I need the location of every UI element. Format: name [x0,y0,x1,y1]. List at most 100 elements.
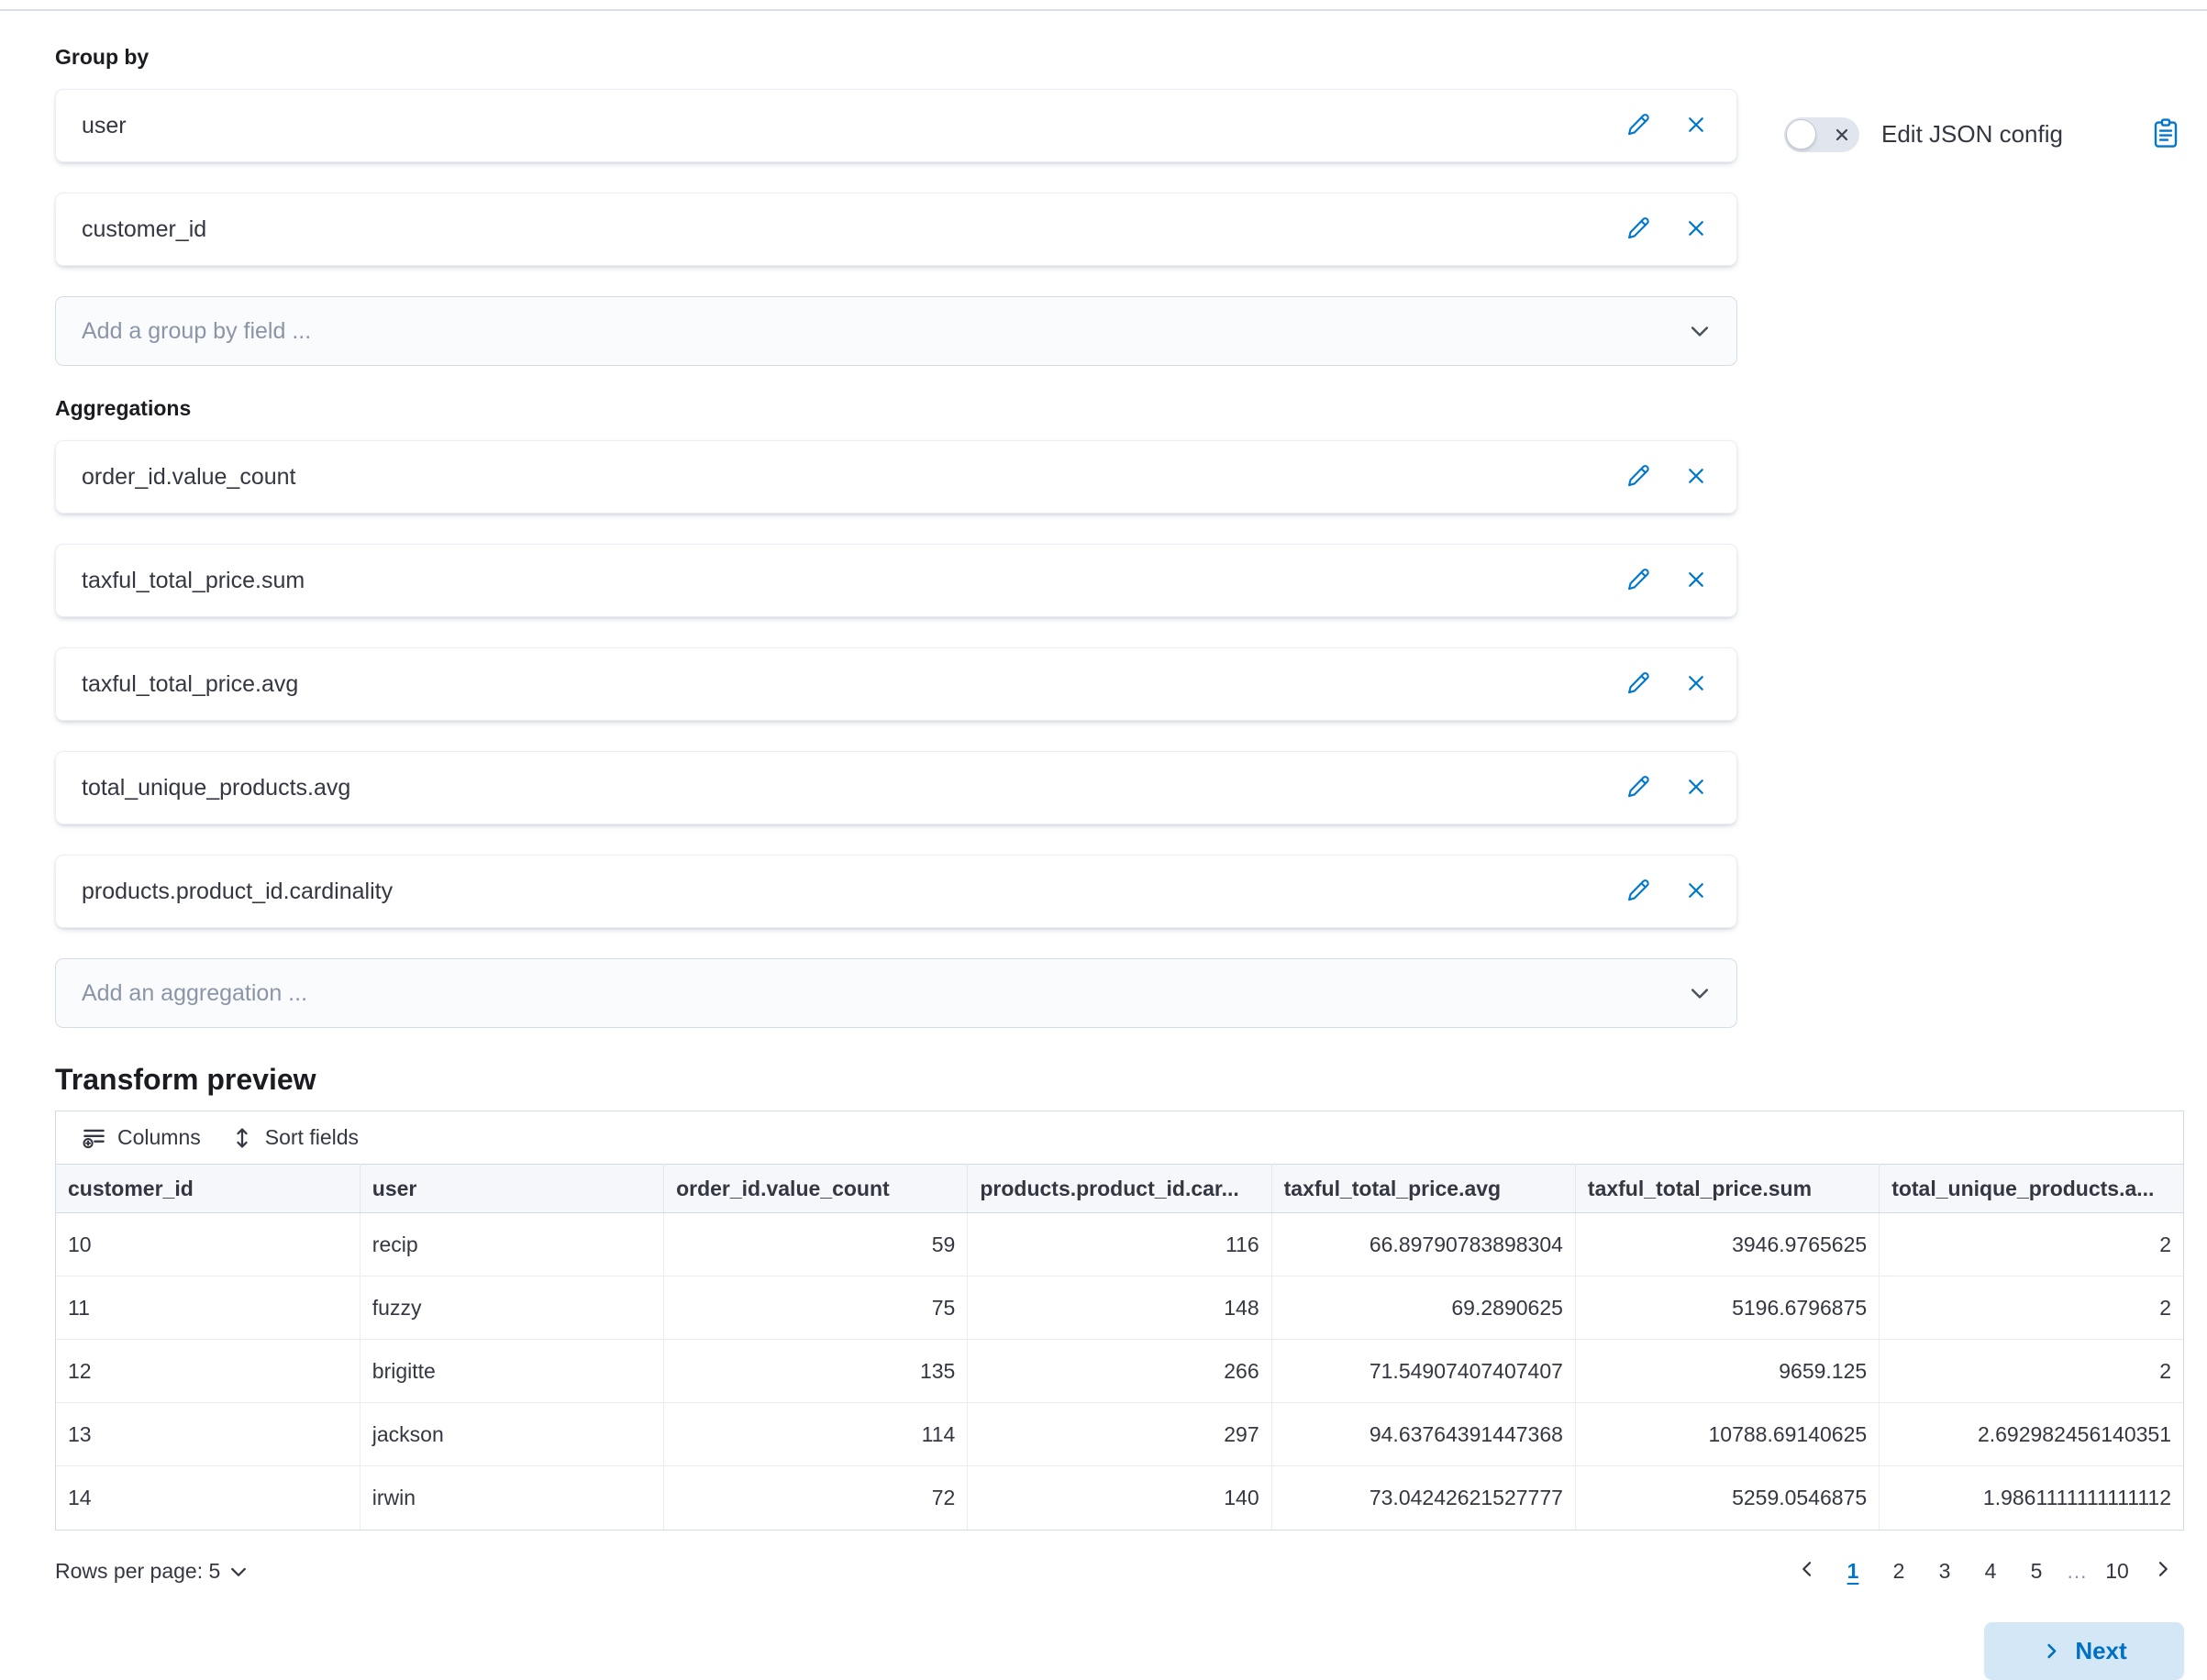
preview-table: customer_id user order_id.value_count pr… [56,1164,2183,1530]
chevron-down-icon [1687,980,1713,1006]
cell: 3946.9765625 [1575,1213,1879,1277]
column-header-customer-id[interactable]: customer_id [56,1165,360,1213]
cell: 13 [56,1403,360,1466]
column-header-taxful-total-price-avg[interactable]: taxful_total_price.avg [1271,1165,1575,1213]
table-row: 14 irwin 72 140 73.04242621527777 5259.0… [56,1466,2183,1530]
add-aggregation-input[interactable] [82,980,1687,1007]
page-button-4[interactable]: 4 [1969,1551,2012,1593]
remove-aggregation-button[interactable] [1680,667,1713,702]
column-header-taxful-total-price-sum[interactable]: taxful_total_price.sum [1575,1165,1879,1213]
grid-toolbar: Columns Sort fields [56,1111,2183,1164]
rows-per-page-button[interactable]: Rows per page: 5 [55,1559,250,1584]
next-button[interactable]: Next [1984,1622,2184,1680]
column-header-order-id-value-count[interactable]: order_id.value_count [664,1165,968,1213]
cell: 66.89790783898304 [1271,1213,1575,1277]
page-button-5[interactable]: 5 [2015,1551,2057,1593]
rows-per-page-label: Rows per page: 5 [55,1559,220,1584]
aggregation-item-label: taxful_total_price.avg [82,671,1597,698]
edit-json-config-toggle[interactable] [1784,117,1859,152]
column-header-total-unique-products-avg[interactable]: total_unique_products.a... [1880,1165,2183,1213]
aggregation-item-label: order_id.value_count [82,464,1597,491]
chevron-right-icon [2152,1558,2174,1586]
pencil-icon [1626,216,1650,243]
remove-aggregation-button[interactable] [1680,874,1713,910]
cell: fuzzy [360,1277,663,1340]
copy-config-button[interactable] [2147,114,2184,155]
columns-button[interactable]: Columns [67,1111,216,1164]
add-group-by-field-input[interactable] [82,318,1687,345]
aggregation-item-products-product-id-cardinality: products.product_id.cardinality [55,855,1737,928]
aggregation-item-label: products.product_id.cardinality [82,879,1597,905]
group-by-item-label: customer_id [82,216,1597,243]
columns-button-label: Columns [117,1125,201,1150]
cell: 266 [968,1340,1271,1403]
cell: 71.54907407407407 [1271,1340,1575,1403]
table-row: 12 brigitte 135 266 71.54907407407407 96… [56,1340,2183,1403]
add-aggregation-select[interactable] [55,958,1737,1028]
cell: 59 [664,1213,968,1277]
add-group-by-field-select[interactable] [55,296,1737,366]
sort-fields-icon [230,1126,254,1150]
table-row: 10 recip 59 116 66.89790783898304 3946.9… [56,1213,2183,1277]
remove-aggregation-button[interactable] [1680,459,1713,495]
pivot-config-panel: Group by user customer_id [55,11,1737,1028]
aggregation-item-label: total_unique_products.avg [82,775,1597,801]
page-button-1[interactable]: 1 [1832,1551,1874,1593]
cell: 2 [1880,1213,2183,1277]
wizard-actions: Next [55,1622,2184,1680]
aggregation-item-taxful-total-price-avg: taxful_total_price.avg [55,647,1737,721]
pencil-icon [1626,464,1650,491]
cell: 135 [664,1340,968,1403]
cell: irwin [360,1466,663,1530]
cell: 94.63764391447368 [1271,1403,1575,1466]
remove-group-by-user-button[interactable] [1680,108,1713,144]
remove-group-by-customer-id-button[interactable] [1680,212,1713,248]
header-row: customer_id user order_id.value_count pr… [56,1165,2183,1213]
sort-fields-button[interactable]: Sort fields [216,1111,373,1164]
edit-group-by-user-button[interactable] [1621,107,1656,145]
edit-aggregation-button[interactable] [1621,562,1656,600]
transform-wizard-step: Group by user customer_id [0,11,2207,1680]
pencil-icon [1626,775,1650,801]
page-button-3[interactable]: 3 [1924,1551,1966,1593]
x-icon [1685,879,1707,904]
top-divider [0,0,2207,11]
edit-aggregation-button[interactable] [1621,666,1656,703]
remove-aggregation-button[interactable] [1680,563,1713,599]
x-icon [1685,465,1707,490]
cell: 14 [56,1466,360,1530]
group-by-item-label: user [82,113,1597,139]
column-header-products-product-id-cardinality[interactable]: products.product_id.car... [968,1165,1271,1213]
pagination: 1 2 3 4 5 … 10 [1786,1551,2184,1593]
x-icon [1685,217,1707,242]
edit-json-config-label: Edit JSON config [1881,120,2063,149]
x-icon [1685,569,1707,593]
edit-aggregation-button[interactable] [1621,769,1656,807]
aggregations-label: Aggregations [55,395,1737,421]
edit-aggregation-button[interactable] [1621,873,1656,911]
aggregation-item-taxful-total-price-sum: taxful_total_price.sum [55,544,1737,617]
chevron-down-icon [227,1561,250,1583]
previous-page-button[interactable] [1786,1551,1828,1593]
column-header-user[interactable]: user [360,1165,663,1213]
x-icon [1685,114,1707,138]
cell: jackson [360,1403,663,1466]
edit-group-by-customer-id-button[interactable] [1621,211,1656,249]
aggregation-item-total-unique-products-avg: total_unique_products.avg [55,751,1737,824]
chevron-left-icon [1796,1558,1818,1586]
aggregation-item-label: taxful_total_price.sum [82,568,1597,594]
group-by-label: Group by [55,44,1737,70]
edit-aggregation-button[interactable] [1621,459,1656,496]
pencil-icon [1626,671,1650,698]
page-button-10[interactable]: 10 [2096,1551,2138,1593]
next-page-button[interactable] [2142,1551,2184,1593]
page-button-2[interactable]: 2 [1878,1551,1920,1593]
toggle-thumb [1786,119,1816,149]
pagination-ellipsis: … [2061,1559,2092,1584]
cell: recip [360,1213,663,1277]
cell: 1.9861111111111112 [1880,1466,2183,1530]
remove-aggregation-button[interactable] [1680,770,1713,806]
cell: 10788.69140625 [1575,1403,1879,1466]
cell: 10 [56,1213,360,1277]
json-config-controls: Edit JSON config [1784,114,2184,155]
